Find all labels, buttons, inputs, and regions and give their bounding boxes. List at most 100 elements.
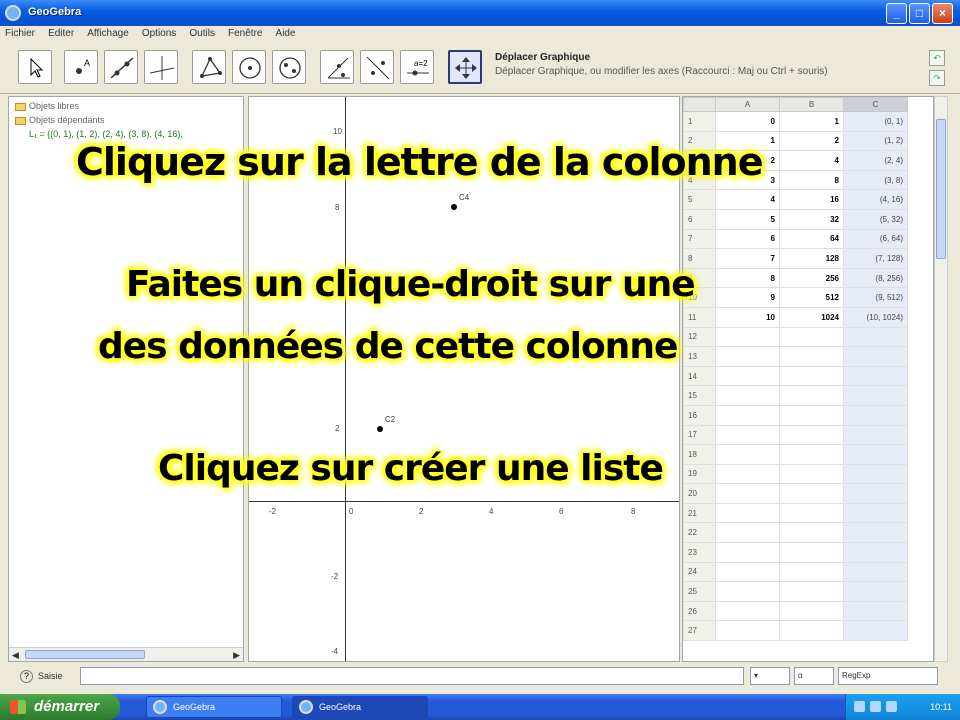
tree-dependent-objects[interactable]: Objets dépendants (15, 115, 105, 125)
cell-a[interactable]: 6 (715, 228, 780, 250)
redo-button[interactable]: ↷ (929, 70, 945, 86)
cell-a[interactable] (715, 444, 780, 465)
angle-tool-button[interactable] (320, 50, 354, 84)
cell-b[interactable] (779, 483, 844, 504)
cell-c[interactable]: (2, 4) (843, 150, 908, 171)
cell-b[interactable] (779, 326, 844, 348)
cell-a[interactable] (715, 404, 780, 426)
table-row[interactable]: 12 (683, 326, 908, 348)
cell-b[interactable] (779, 561, 844, 583)
cell-b[interactable]: 128 (779, 248, 844, 269)
row-header[interactable]: 11 (683, 306, 716, 328)
cell-c[interactable]: (5, 32) (843, 208, 908, 230)
menu-fenetre[interactable]: Fenêtre (223, 26, 267, 41)
cell-c[interactable] (843, 502, 908, 524)
cell-b[interactable] (779, 620, 844, 642)
row-header[interactable]: 1 (683, 111, 716, 132)
tray-volume-icon[interactable] (870, 701, 881, 712)
row-header[interactable]: 7 (683, 228, 716, 250)
menu-aide[interactable]: Aide (271, 26, 301, 41)
menu-editer[interactable]: Editer (43, 26, 79, 41)
cell-a[interactable] (715, 326, 780, 348)
cell-a[interactable] (715, 502, 780, 524)
cell-b[interactable] (779, 581, 844, 602)
cell-c[interactable] (843, 404, 908, 426)
cell-a[interactable] (715, 385, 780, 406)
table-row[interactable]: 1 0 1 (0, 1) (683, 111, 908, 132)
row-header[interactable]: 15 (683, 385, 716, 406)
cell-c[interactable] (843, 522, 908, 544)
circle-tool-button[interactable] (232, 50, 266, 84)
table-row[interactable]: 14 (683, 365, 908, 387)
cell-c[interactable] (843, 385, 908, 406)
table-row[interactable]: 10 9 512 (9, 512) (683, 287, 908, 308)
minimize-button[interactable]: _ (886, 3, 907, 24)
tray-network-icon[interactable] (854, 701, 865, 712)
taskbar-item-geogebra[interactable]: GeoGebra (146, 696, 282, 718)
command-select[interactable]: RegExp (838, 667, 938, 685)
move-graphics-tool-button[interactable] (448, 50, 482, 84)
table-row[interactable]: 6 5 32 (5, 32) (683, 208, 908, 230)
spreadsheet-scrollbar[interactable] (934, 96, 948, 662)
cell-b[interactable] (779, 404, 844, 426)
row-header[interactable]: 13 (683, 346, 716, 367)
table-row[interactable]: 18 (683, 444, 908, 465)
table-row[interactable]: 8 7 128 (7, 128) (683, 248, 908, 269)
cell-a[interactable] (715, 483, 780, 504)
cell-a[interactable]: 10 (715, 306, 780, 328)
row-header[interactable]: 18 (683, 444, 716, 465)
cell-a[interactable] (715, 463, 780, 485)
table-row[interactable]: 11 10 1024 (10, 1024) (683, 306, 908, 328)
table-row[interactable]: 19 (683, 463, 908, 485)
cell-c[interactable] (843, 581, 908, 602)
row-header[interactable]: 23 (683, 542, 716, 563)
tray-security-icon[interactable] (886, 701, 897, 712)
row-header[interactable]: 6 (683, 208, 716, 230)
cell-b[interactable]: 2 (779, 130, 844, 152)
table-row[interactable]: 21 (683, 502, 908, 524)
cell-a[interactable] (715, 561, 780, 583)
cell-b[interactable] (779, 346, 844, 367)
column-header-b[interactable]: B (779, 97, 844, 112)
cell-a[interactable]: 5 (715, 208, 780, 230)
column-header-a[interactable]: A (715, 97, 780, 112)
cell-a[interactable]: 0 (715, 111, 780, 132)
scroll-thumb[interactable] (936, 119, 946, 259)
scroll-right-icon[interactable]: ▶ (233, 650, 240, 661)
table-row[interactable]: 22 (683, 522, 908, 544)
table-row[interactable]: 23 (683, 542, 908, 563)
cell-c[interactable] (843, 620, 908, 642)
cell-c[interactable] (843, 483, 908, 504)
cell-b[interactable] (779, 463, 844, 485)
cell-b[interactable] (779, 542, 844, 563)
row-header[interactable]: 14 (683, 365, 716, 387)
cell-c[interactable]: (7, 128) (843, 248, 908, 269)
close-button[interactable]: × (932, 3, 953, 24)
cell-a[interactable] (715, 600, 780, 622)
taskbar-item-geogebra-active[interactable]: GeoGebra (292, 696, 428, 718)
point-c2[interactable] (377, 426, 383, 432)
cell-b[interactable] (779, 444, 844, 465)
row-header[interactable]: 20 (683, 483, 716, 504)
table-row[interactable]: 26 (683, 600, 908, 622)
cell-b[interactable] (779, 502, 844, 524)
conic-tool-button[interactable] (272, 50, 306, 84)
cell-c[interactable]: (4, 16) (843, 189, 908, 210)
row-header[interactable]: 27 (683, 620, 716, 642)
row-header[interactable]: 17 (683, 424, 716, 446)
cell-c[interactable]: (10, 1024) (843, 306, 908, 328)
cell-b[interactable]: 8 (779, 169, 844, 191)
table-row[interactable]: 15 (683, 385, 908, 406)
point-c4[interactable] (451, 204, 457, 210)
cell-c[interactable]: (0, 1) (843, 111, 908, 132)
cell-c[interactable] (843, 463, 908, 485)
row-header[interactable]: 26 (683, 600, 716, 622)
input-field[interactable] (80, 667, 744, 685)
table-row[interactable]: 20 (683, 483, 908, 504)
cell-a[interactable]: 7 (715, 248, 780, 269)
cell-c[interactable] (843, 561, 908, 583)
scroll-thumb[interactable] (25, 650, 145, 659)
cell-c[interactable] (843, 600, 908, 622)
cell-c[interactable] (843, 326, 908, 348)
cell-c[interactable]: (9, 512) (843, 287, 908, 308)
